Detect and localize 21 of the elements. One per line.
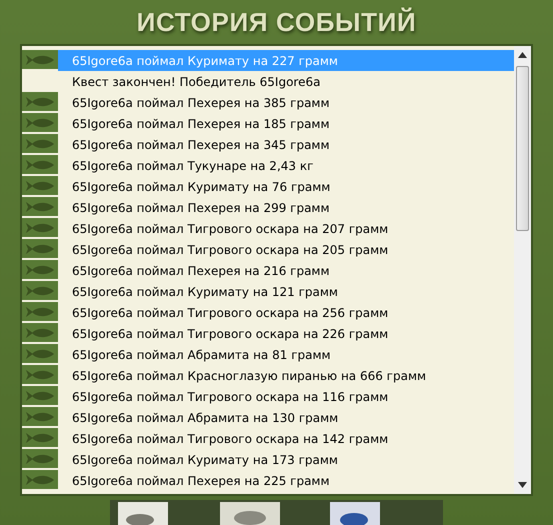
event-row[interactable]: 65Igore6a поймал Тигрового оскара на 142 грамм [58,428,514,449]
event-row[interactable]: 65Igore6a поймал Пехерея на 299 грамм [58,197,514,218]
event-row[interactable]: 65Igore6a поймал Тигрового оскара на 116 грамм [58,386,514,407]
window-title: ИСТОРИЯ СОБЫТИЙ [136,6,416,38]
event-row[interactable]: 65Igore6a поймал Куримату на 121 грамм [58,281,514,302]
event-row[interactable]: 65Igore6a поймал Абрамита на 81 грамм [58,344,514,365]
event-row[interactable]: 65Igore6a поймал Тигрового оскара на 205 грамм [58,239,514,260]
event-row[interactable]: Квест закончен! Победитель 65Igore6a [58,71,514,92]
event-row[interactable]: 65Igore6a поймал Тигрового оскара на 226 грамм [58,323,514,344]
event-row[interactable]: 65Igore6a поймал Пехерея на 385 грамм [58,92,514,113]
event-row[interactable]: 65Igore6a поймал Тигрового оскара на 256 грамм [58,302,514,323]
event-row[interactable]: 65Igore6a поймал Пехерея на 345 грамм [58,134,514,155]
event-row[interactable]: 65Igore6a поймал Куримату на 76 грамм [58,176,514,197]
event-row[interactable]: 65Igore6a поймал Пехерея на 185 грамм [58,113,514,134]
event-row[interactable]: 65Igore6a поймал Тукунаре на 2,43 кг [58,155,514,176]
event-row[interactable]: 65Igore6a поймал Пехерея на 216 грамм [58,260,514,281]
event-row[interactable]: 65Igore6a поймал Красноглазую пиранью на 666 грамм [58,365,514,386]
event-row[interactable]: 65Igore6a поймал Пехерея на 225 грамм [58,470,514,491]
event-row[interactable]: 65Igore6a поймал Тигрового оскара на 207 грамм [58,218,514,239]
event-row[interactable]: 65Igore6a поймал Абрамита на 130 грамм [58,407,514,428]
event-row[interactable]: 65Igore6a поймал Куримату на 173 грамм [58,449,514,470]
